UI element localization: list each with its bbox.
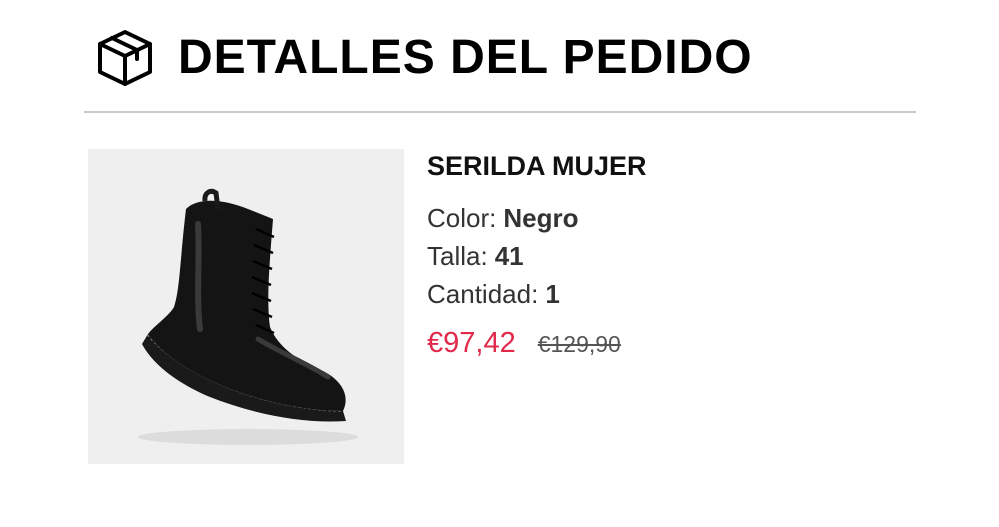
product-image[interactable] <box>88 149 404 464</box>
size-attribute: Talla: 41 <box>427 237 907 275</box>
order-details-header: DETALLES DEL PEDIDO <box>96 26 753 90</box>
current-price: €97,42 <box>427 327 516 359</box>
page-title: DETALLES DEL PEDIDO <box>178 31 753 84</box>
price-row: €97,42 €129,90 <box>427 327 907 360</box>
size-label: Talla: <box>427 241 488 271</box>
boot-image-icon <box>138 188 358 445</box>
product-attributes: Color: Negro Talla: 41 Cantidad: 1 <box>427 199 907 313</box>
color-label: Color: <box>427 203 497 233</box>
package-box-icon <box>98 30 152 86</box>
header-divider <box>84 111 916 113</box>
size-value: 41 <box>494 241 524 271</box>
color-attribute: Color: Negro <box>427 199 907 237</box>
quantity-attribute: Cantidad: 1 <box>427 275 907 313</box>
color-value: Negro <box>503 203 579 233</box>
quantity-value: 1 <box>545 279 560 309</box>
product-name[interactable]: SERILDA MUJER <box>427 150 907 183</box>
quantity-label: Cantidad: <box>427 279 539 309</box>
product-details: SERILDA MUJER Color: Negro Talla: 41 Canti… <box>427 150 907 360</box>
original-price: €129,90 <box>537 331 621 357</box>
